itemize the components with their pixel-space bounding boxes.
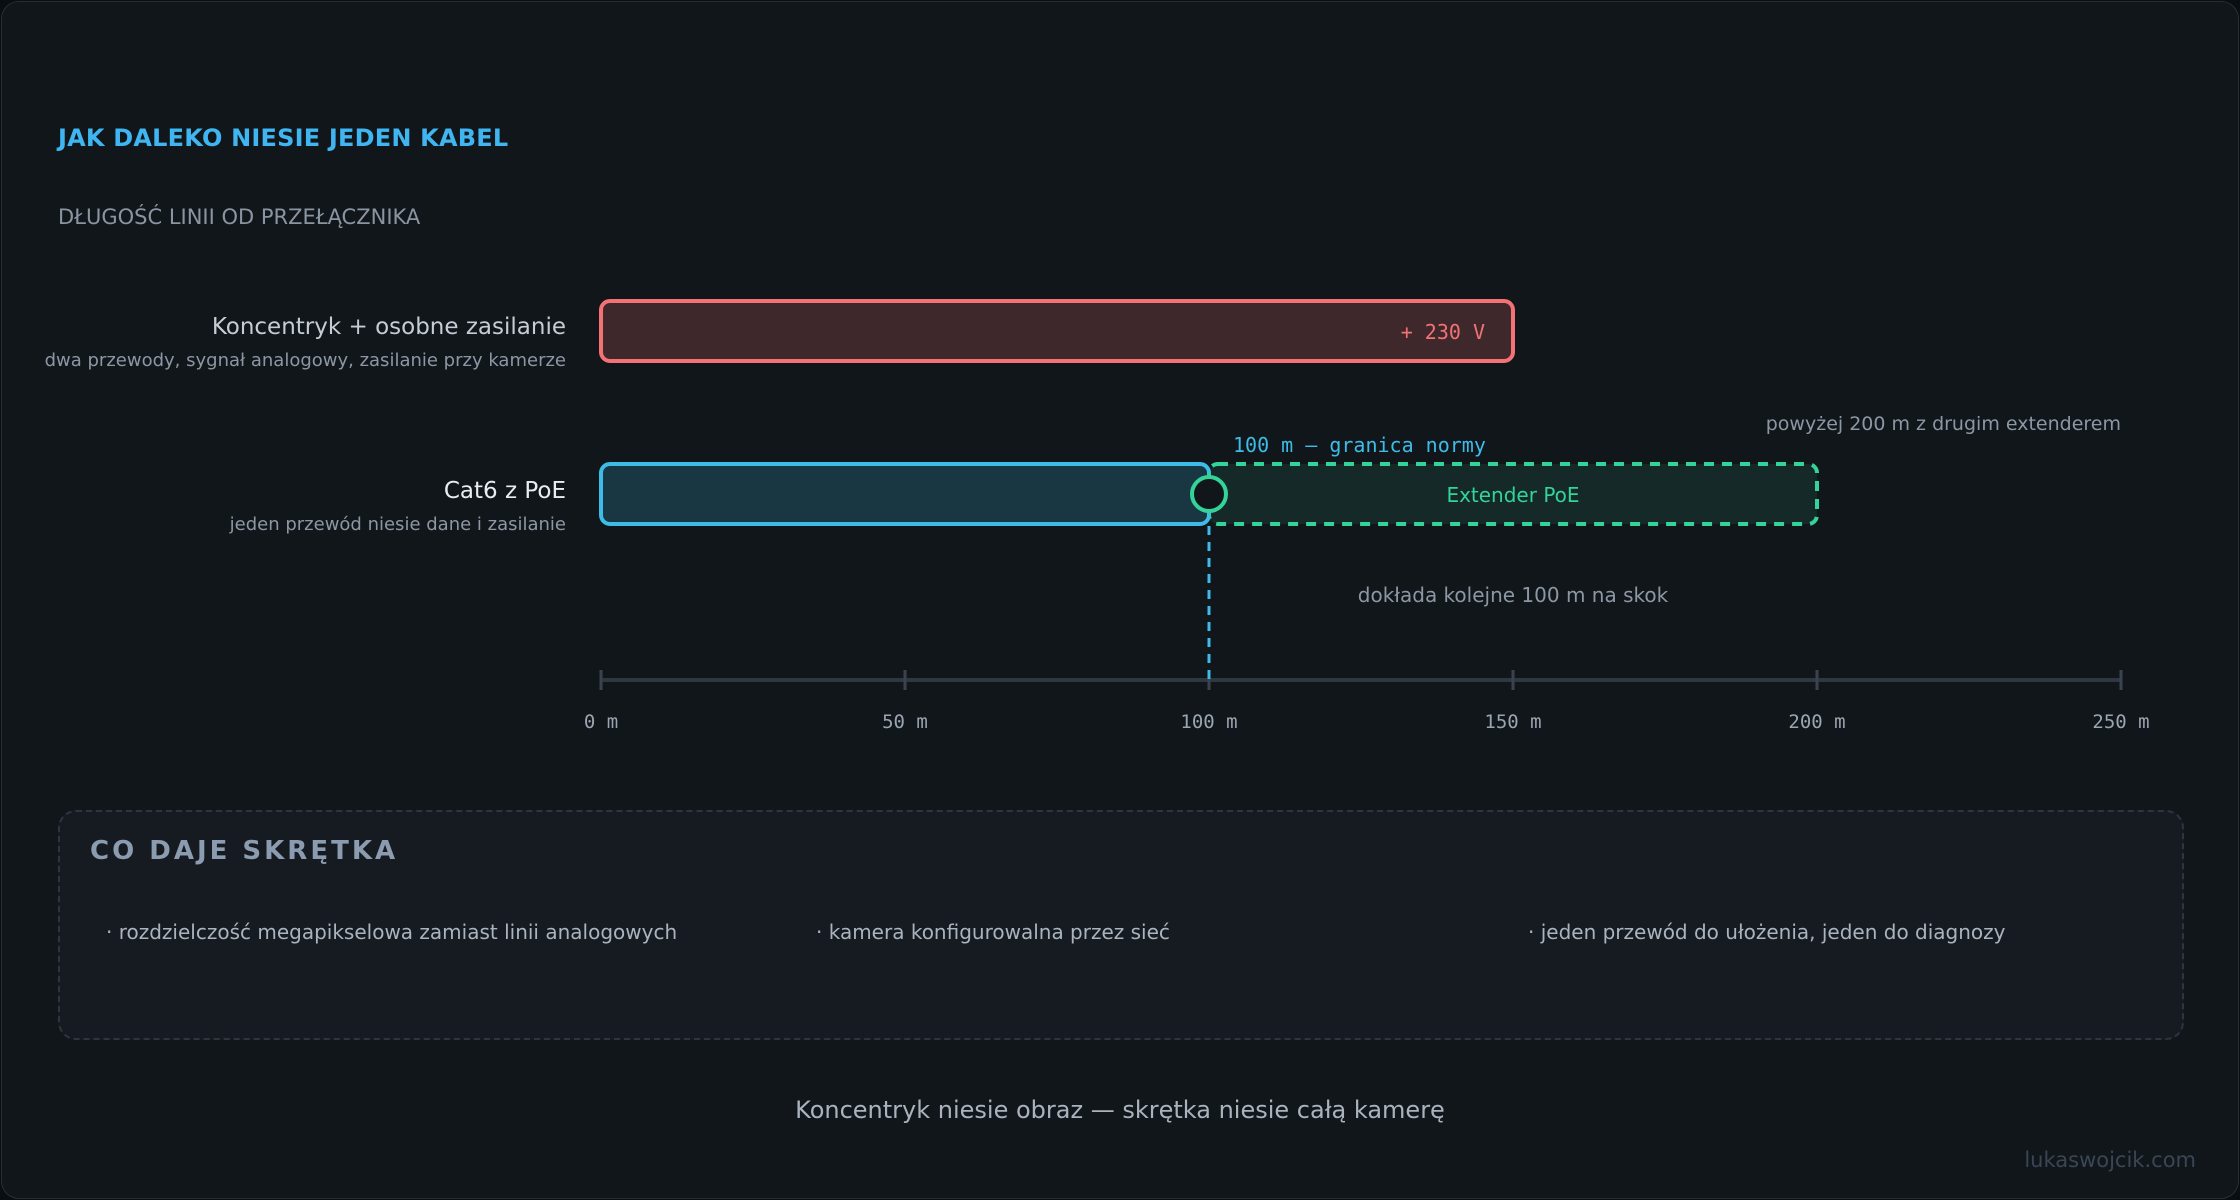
- bar-label: + 230 V: [1401, 320, 1485, 344]
- x-tick-label: 250 m: [2092, 711, 2149, 733]
- benefit-item: · rozdzielczość megapikselowa zamiast li…: [106, 920, 678, 944]
- annotation: dokłada kolejne 100 m na skok: [1358, 583, 1669, 607]
- x-tick-label: 200 m: [1788, 711, 1845, 733]
- bar: [599, 299, 1515, 363]
- bar-label: Extender PoE: [1446, 483, 1579, 507]
- x-tick-label: 0 m: [584, 711, 618, 733]
- x-tick-label: 50 m: [882, 711, 928, 733]
- benefits-box: CO DAJE SKRĘTKA · rozdzielczość megapiks…: [58, 810, 2184, 1040]
- x-tick-label: 150 m: [1484, 711, 1541, 733]
- benefit-item: · jeden przewód do ułożenia, jeden do di…: [1528, 920, 2006, 944]
- annotation: powyżej 200 m z drugim extenderem: [1766, 413, 2121, 435]
- benefits-title: CO DAJE SKRĘTKA: [90, 836, 399, 866]
- footer-credit: lukaswojcik.com: [2024, 1148, 2196, 1172]
- bar: [599, 462, 1211, 526]
- infographic-card: JAK DALEKO NIESIE JEDEN KABEL DŁUGOŚĆ LI…: [1, 1, 2239, 1199]
- x-tick-label: 100 m: [1180, 711, 1237, 733]
- footer-tagline: Koncentryk niesie obraz — skrętka niesie…: [795, 1096, 1445, 1124]
- extender-node-icon: [1190, 475, 1228, 513]
- benefit-item: · kamera konfigurowalna przez sieć: [816, 920, 1170, 944]
- reference-line-label: 100 m — granica normy: [1233, 433, 1486, 457]
